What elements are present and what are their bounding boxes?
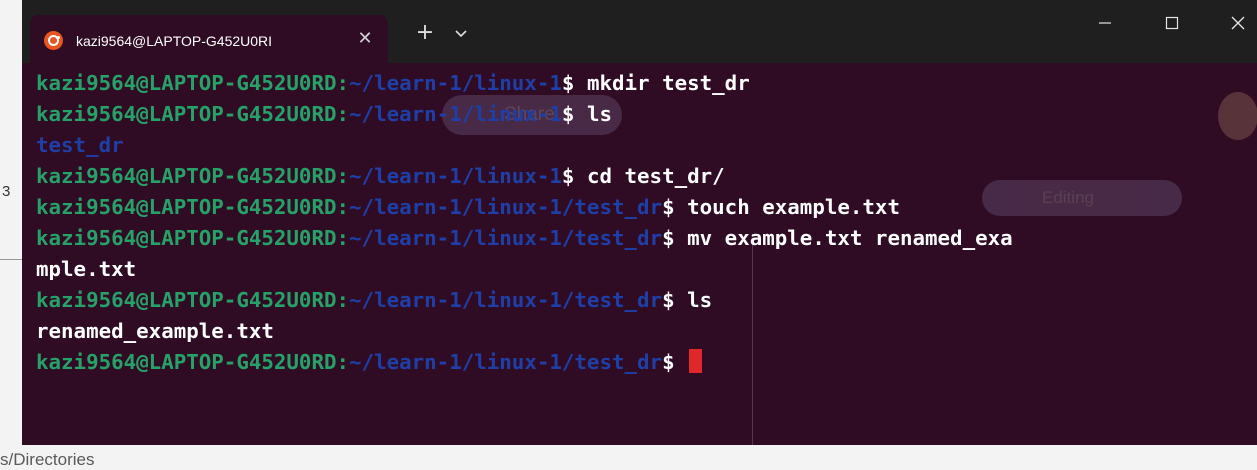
prompt-user: kazi9564@LAPTOP-G452U0RD <box>36 195 337 219</box>
prompt-line: kazi9564@LAPTOP-G452U0RD:~/learn-1/linux… <box>36 192 1251 223</box>
command-text: mkdir test_dr <box>574 71 750 95</box>
prompt-colon: : <box>336 350 350 374</box>
plus-icon[interactable]: + <box>414 22 436 44</box>
prompt-dollar: $ <box>662 350 675 374</box>
background-document-text: s/Directories <box>0 450 95 469</box>
command-output: renamed_example.txt <box>36 319 274 343</box>
prompt-path: ~/learn-1/linux-1 <box>349 71 562 95</box>
prompt-colon: : <box>336 164 350 188</box>
prompt-path: ~/learn-1/linux-1/test_dr <box>349 195 663 219</box>
terminal-output[interactable]: kazi9564@LAPTOP-G452U0RD:~/learn-1/linux… <box>36 68 1251 378</box>
background-document-edge <box>0 0 22 470</box>
output-line: mple.txt <box>36 254 1251 285</box>
command-text: ls <box>574 102 612 126</box>
tab-title: kazi9564@LAPTOP-G452U0RI <box>76 33 273 49</box>
prompt-user: kazi9564@LAPTOP-G452U0RD <box>36 350 337 374</box>
prompt-user: kazi9564@LAPTOP-G452U0RD <box>36 71 337 95</box>
cursor <box>689 349 703 373</box>
prompt-dollar: $ <box>561 71 575 95</box>
background-document-glyph: 3 <box>2 183 11 200</box>
prompt-path: ~/learn-1/linux-1/test_dr <box>349 288 663 312</box>
prompt-line: kazi9564@LAPTOP-G452U0RD:~/learn-1/linux… <box>36 347 1251 378</box>
prompt-line: kazi9564@LAPTOP-G452U0RD:~/learn-1/linux… <box>36 223 1251 254</box>
prompt-dollar: $ <box>662 195 675 219</box>
prompt-line: kazi9564@LAPTOP-G452U0RD:~/learn-1/linux… <box>36 285 1251 316</box>
terminal-window: kazi9564@LAPTOP-G452U0RI ✕ + Share Editi… <box>22 0 1257 445</box>
command-text: cd test_dr/ <box>574 164 725 188</box>
maximize-icon[interactable] <box>1152 8 1192 38</box>
prompt-dollar: $ <box>662 288 675 312</box>
prompt-colon: : <box>336 288 350 312</box>
prompt-line: kazi9564@LAPTOP-G452U0RD:~/learn-1/linux… <box>36 99 1251 130</box>
prompt-user: kazi9564@LAPTOP-G452U0RD <box>36 226 337 250</box>
terminal-tab[interactable]: kazi9564@LAPTOP-G452U0RI ✕ <box>30 15 388 63</box>
prompt-colon: : <box>336 226 350 250</box>
directory-output: test_dr <box>36 133 124 157</box>
close-icon[interactable] <box>1218 8 1257 38</box>
prompt-line: kazi9564@LAPTOP-G452U0RD:~/learn-1/linux… <box>36 68 1251 99</box>
prompt-colon: : <box>336 102 350 126</box>
prompt-path: ~/learn-1/linux-1 <box>349 164 562 188</box>
command-text: touch example.txt <box>674 195 900 219</box>
prompt-path: ~/learn-1/linux-1/test_dr <box>349 350 663 374</box>
prompt-dollar: $ <box>561 102 575 126</box>
prompt-line: kazi9564@LAPTOP-G452U0RD:~/learn-1/linux… <box>36 161 1251 192</box>
chevron-down-icon[interactable] <box>452 24 470 42</box>
prompt-dollar: $ <box>662 226 675 250</box>
prompt-dollar: $ <box>561 164 575 188</box>
background-document-rule <box>0 259 22 260</box>
tab-close-icon[interactable]: ✕ <box>355 29 375 49</box>
prompt-user: kazi9564@LAPTOP-G452U0RD <box>36 102 337 126</box>
minimize-icon[interactable] <box>1085 8 1125 38</box>
output-line: renamed_example.txt <box>36 316 1251 347</box>
prompt-colon: : <box>336 195 350 219</box>
ubuntu-icon <box>44 31 63 50</box>
command-text: ls <box>674 288 713 312</box>
prompt-user: kazi9564@LAPTOP-G452U0RD <box>36 288 337 312</box>
prompt-path: ~/learn-1/linux-1/test_dr <box>349 226 663 250</box>
prompt-user: kazi9564@LAPTOP-G452U0RD <box>36 164 337 188</box>
output-line: test_dr <box>36 130 1251 161</box>
prompt-colon: : <box>336 71 350 95</box>
title-bar: kazi9564@LAPTOP-G452U0RI ✕ + <box>22 0 1257 63</box>
command-output: mple.txt <box>36 257 137 281</box>
prompt-path: ~/learn-1/linux-1 <box>349 102 562 126</box>
command-text: mv example.txt renamed_exa <box>674 226 1013 250</box>
